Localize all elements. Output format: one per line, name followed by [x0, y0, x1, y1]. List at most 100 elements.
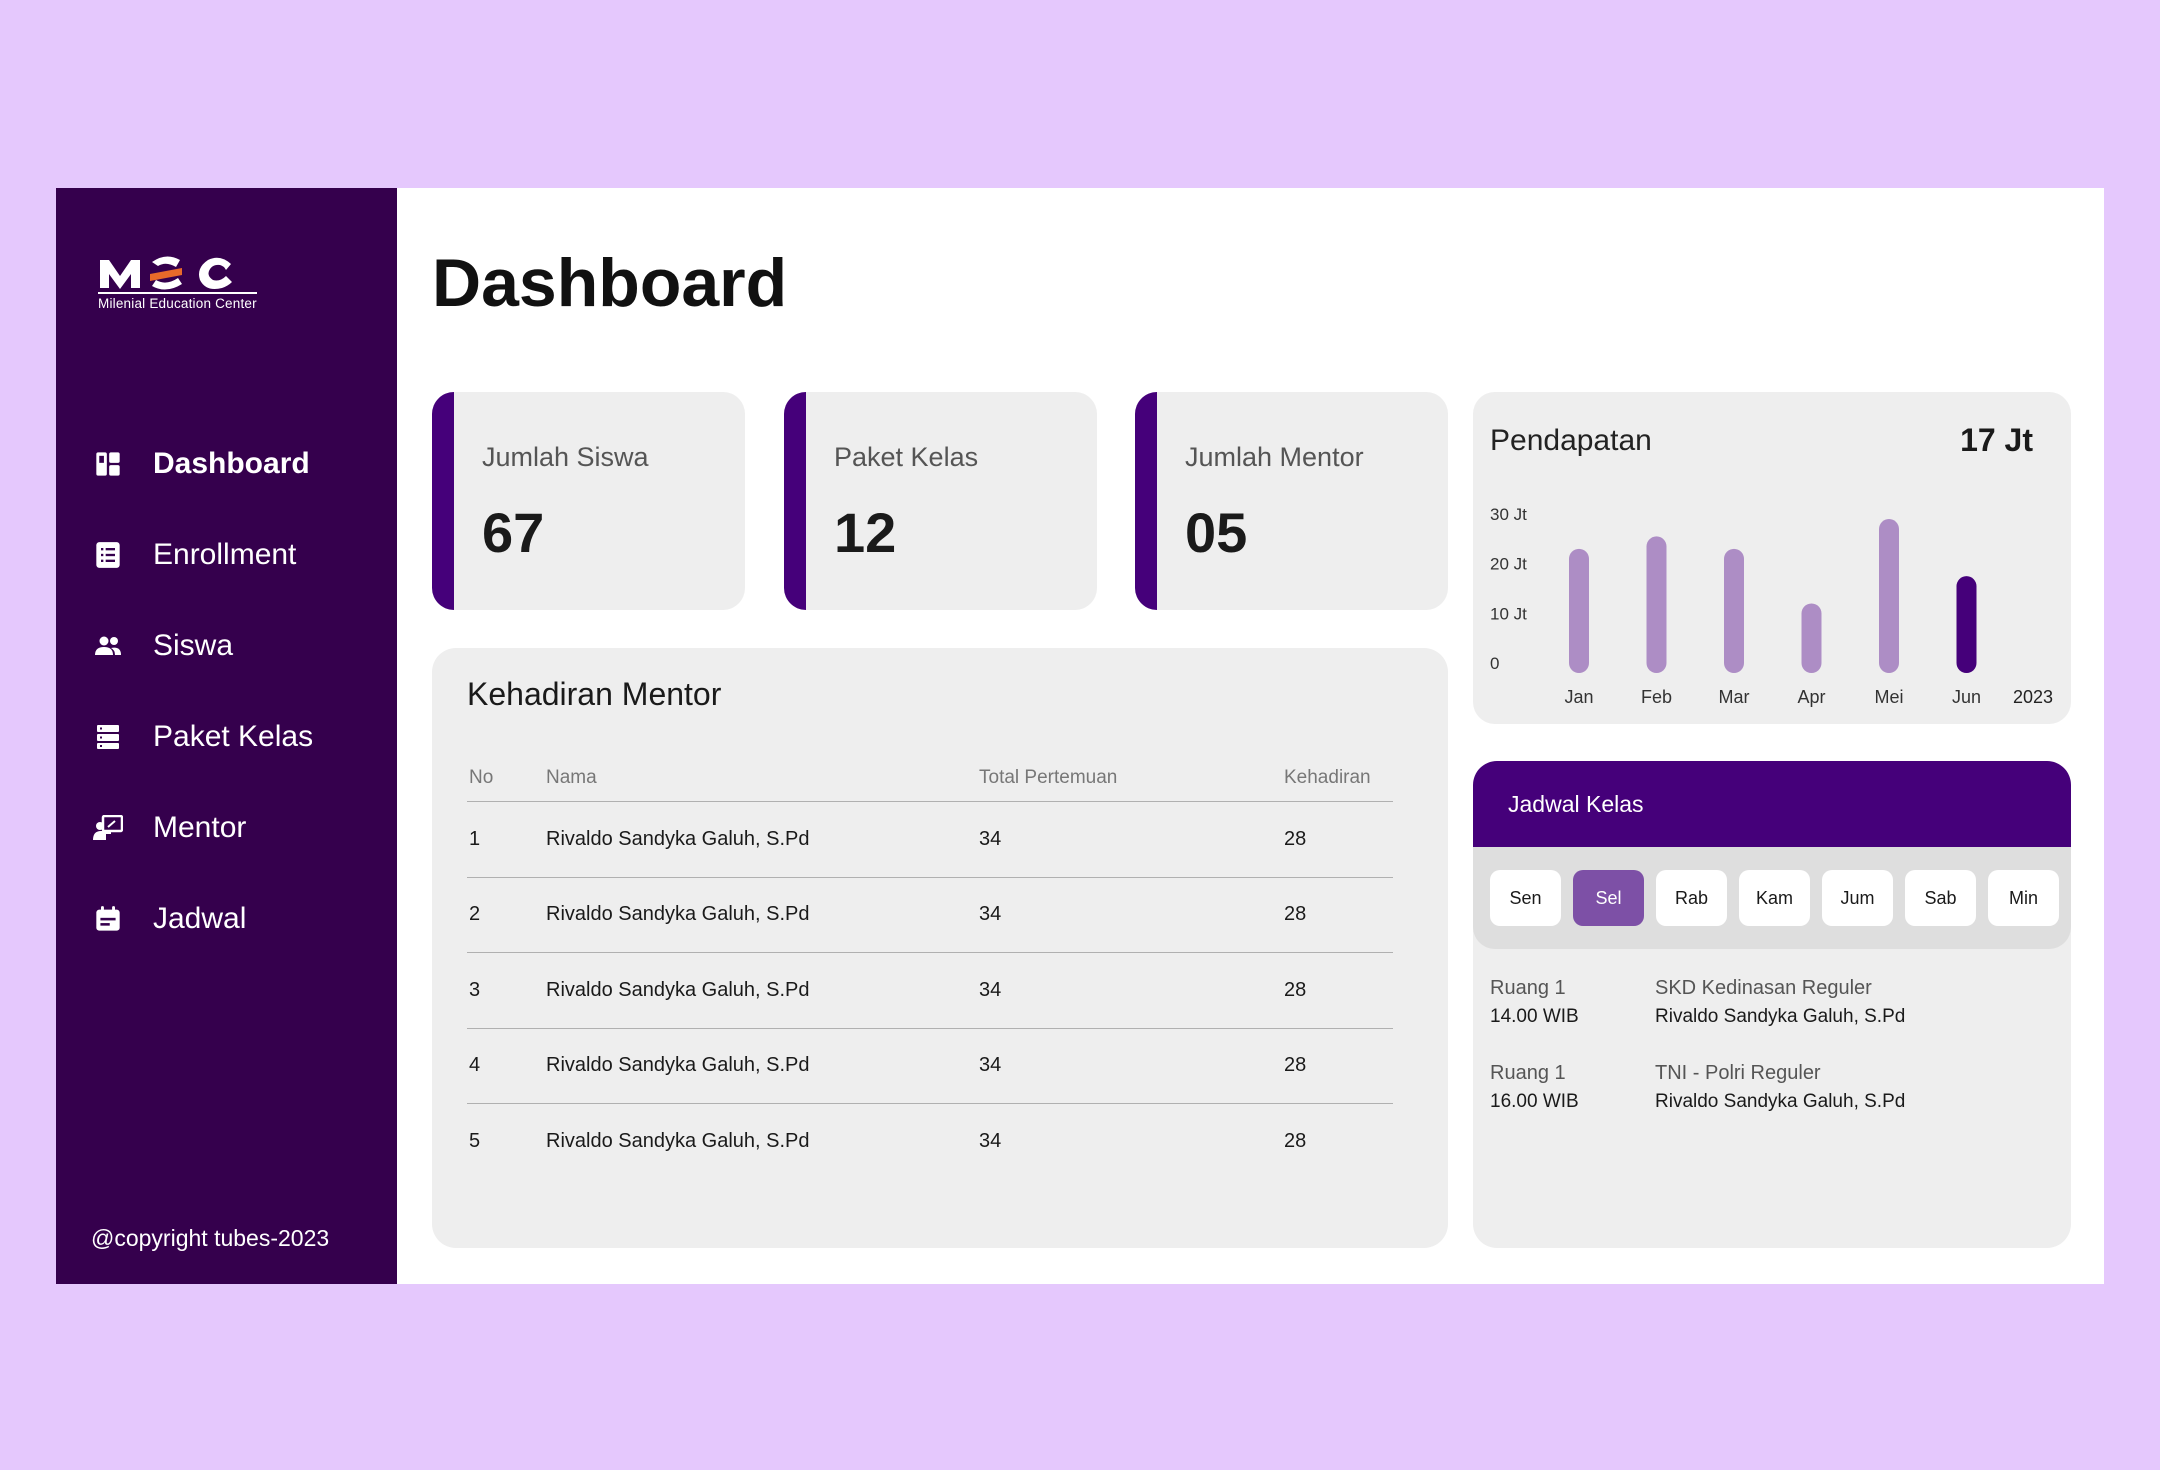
- x-tick-label: Jun: [1952, 687, 1981, 707]
- cell-no: 3: [469, 978, 481, 1001]
- schedule-class-name: SKD Kedinasan Reguler: [1655, 977, 1872, 999]
- main-content: Dashboard Jumlah Siswa 67 Paket Kelas 12…: [397, 188, 2104, 1284]
- cell-total-pertemuan: 34: [979, 903, 1002, 926]
- revenue-bar-chart: 0 10 Jt 20 Jt 30 Jt Jan Feb Mar Apr Mei Jun 2023: [1490, 505, 2053, 707]
- cell-no: 5: [469, 1130, 481, 1153]
- schedule-header: Jadwal Kelas: [1473, 761, 2071, 847]
- schedule-mentor: Rivaldo Sandyka Galuh, S.Pd: [1655, 1091, 1906, 1112]
- table-row[interactable]: 1 Rivaldo Sandyka Galuh, S.Pd 34 28: [467, 802, 1393, 878]
- table-row[interactable]: 3 Rivaldo Sandyka Galuh, S.Pd 34 28: [467, 953, 1393, 1029]
- schedule-title: Jadwal Kelas: [1508, 790, 1644, 817]
- copyright-text: @copyright tubes-2023: [91, 1225, 330, 1251]
- cell-kehadiran: 28: [1284, 1130, 1307, 1153]
- schedule-room: Ruang 1: [1490, 1062, 1566, 1084]
- table-row[interactable]: 2 Rivaldo Sandyka Galuh, S.Pd 34 28: [467, 878, 1393, 953]
- cell-nama: Rivaldo Sandyka Galuh, S.Pd: [546, 1130, 810, 1153]
- bar-mei[interactable]: [1879, 519, 1899, 673]
- day-tab-sel[interactable]: Sel: [1573, 870, 1644, 926]
- year-label: 2023: [2013, 687, 2053, 707]
- schedule-item[interactable]: Ruang 1 16.00 WIB TNI - Polri Reguler Ri…: [1490, 1062, 2071, 1113]
- y-tick-label: 20 Jt: [1490, 555, 1527, 574]
- attendance-title: Kehadiran Mentor: [467, 676, 722, 712]
- calendar-event-icon: [91, 902, 125, 936]
- sidebar-item-label: Paket Kelas: [153, 719, 314, 753]
- cell-total-pertemuan: 34: [979, 978, 1002, 1001]
- y-tick-label: 10 Jt: [1490, 604, 1527, 623]
- presenter-icon: [91, 811, 125, 845]
- bar-jun[interactable]: [1956, 576, 1977, 673]
- cell-nama: Rivaldo Sandyka Galuh, S.Pd: [546, 903, 810, 926]
- column-header-kehadiran: Kehadiran: [1284, 766, 1371, 788]
- cell-kehadiran: 28: [1284, 903, 1307, 926]
- sidebar-item-label: Dashboard: [153, 446, 310, 480]
- schedule-room: Ruang 1: [1490, 977, 1566, 999]
- cell-nama: Rivaldo Sandyka Galuh, S.Pd: [546, 1054, 810, 1077]
- bar-feb[interactable]: [1646, 536, 1667, 673]
- bar-jan[interactable]: [1569, 548, 1589, 673]
- sidebar-item-jadwal[interactable]: Jadwal: [91, 873, 313, 964]
- schedule-list: Ruang 1 14.00 WIB SKD Kedinasan Reguler …: [1473, 949, 2071, 1113]
- cell-kehadiran: 28: [1284, 827, 1307, 850]
- stat-card-jumlah-mentor[interactable]: Jumlah Mentor 05: [1135, 392, 1448, 610]
- stat-card-jumlah-siswa[interactable]: Jumlah Siswa 67: [432, 392, 745, 610]
- card-accent-bar: [784, 392, 806, 610]
- brand-tagline: Milenial Education Center: [98, 292, 257, 311]
- brand-logo: [100, 256, 232, 290]
- cell-total-pertemuan: 34: [979, 827, 1002, 850]
- mentor-attendance-card: Kehadiran Mentor No Nama Total Pertemuan…: [432, 648, 1448, 1248]
- day-tab-min[interactable]: Min: [1988, 870, 2059, 926]
- cell-kehadiran: 28: [1284, 1054, 1307, 1077]
- card-accent-bar: [432, 392, 454, 610]
- class-schedule-card: Jadwal Kelas Sen Sel Rab Kam Jum Sab Min…: [1473, 761, 2071, 1248]
- bar-mar[interactable]: [1724, 548, 1744, 673]
- cell-no: 4: [469, 1054, 481, 1077]
- bar-apr[interactable]: [1801, 603, 1822, 673]
- dashboard-icon: [91, 447, 125, 481]
- sidebar-item-label: Mentor: [153, 810, 247, 844]
- stat-label: Paket Kelas: [834, 442, 979, 472]
- sidebar-item-mentor[interactable]: Mentor: [91, 782, 313, 873]
- people-icon: [91, 629, 125, 663]
- day-tab-rab[interactable]: Rab: [1656, 870, 1727, 926]
- schedule-time: 14.00 WIB: [1490, 1006, 1579, 1027]
- sidebar-item-dashboard[interactable]: Dashboard: [91, 418, 313, 509]
- stat-card-paket-kelas[interactable]: Paket Kelas 12: [784, 392, 1097, 610]
- day-tab-sen[interactable]: Sen: [1490, 870, 1561, 926]
- stat-label: Jumlah Mentor: [1185, 442, 1364, 472]
- stat-value: 05: [1185, 501, 1248, 564]
- stat-value: 67: [482, 501, 545, 564]
- sidebar-item-enrollment[interactable]: Enrollment: [91, 509, 313, 600]
- app-window: Milenial Education Center Dashboard Enro…: [56, 188, 2104, 1284]
- day-tab-jum[interactable]: Jum: [1822, 870, 1893, 926]
- storage-stack-icon: [91, 720, 125, 754]
- schedule-mentor: Rivaldo Sandyka Galuh, S.Pd: [1655, 1006, 1906, 1027]
- sidebar-nav: Dashboard Enrollment Siswa Paket Kelas M…: [91, 418, 313, 964]
- y-tick-label: 0: [1490, 654, 1499, 673]
- table-row[interactable]: 5 Rivaldo Sandyka Galuh, S.Pd 34 28: [467, 1104, 1393, 1180]
- cell-total-pertemuan: 34: [979, 1130, 1002, 1153]
- x-tick-label: Feb: [1641, 687, 1672, 707]
- schedule-class-name: TNI - Polri Reguler: [1655, 1062, 1821, 1084]
- cell-nama: Rivaldo Sandyka Galuh, S.Pd: [546, 978, 810, 1001]
- x-tick-label: Apr: [1797, 687, 1825, 707]
- cell-kehadiran: 28: [1284, 978, 1307, 1001]
- cell-total-pertemuan: 34: [979, 1054, 1002, 1077]
- stat-value: 12: [834, 501, 897, 564]
- x-tick-label: Mar: [1719, 687, 1750, 707]
- sidebar-item-siswa[interactable]: Siswa: [91, 600, 313, 691]
- sidebar: Milenial Education Center Dashboard Enro…: [56, 188, 397, 1284]
- sidebar-item-paket-kelas[interactable]: Paket Kelas: [91, 691, 313, 782]
- revenue-card: Pendapatan 17 Jt 0 10 Jt 20 Jt 30 Jt Jan Feb M…: [1473, 392, 2071, 724]
- page-title: Dashboard: [432, 245, 788, 321]
- sidebar-item-label: Siswa: [153, 628, 234, 662]
- column-header-nama: Nama: [546, 766, 597, 788]
- day-tab-sab[interactable]: Sab: [1905, 870, 1976, 926]
- schedule-item[interactable]: Ruang 1 14.00 WIB SKD Kedinasan Reguler …: [1490, 977, 2071, 1028]
- x-tick-label: Mei: [1874, 687, 1903, 707]
- table-header: No Nama Total Pertemuan Kehadiran: [467, 754, 1393, 802]
- sidebar-item-label: Jadwal: [153, 901, 247, 935]
- day-tab-kam[interactable]: Kam: [1739, 870, 1810, 926]
- table-row[interactable]: 4 Rivaldo Sandyka Galuh, S.Pd 34 28: [467, 1029, 1393, 1104]
- column-header-no: No: [469, 766, 494, 788]
- cell-no: 1: [469, 827, 481, 850]
